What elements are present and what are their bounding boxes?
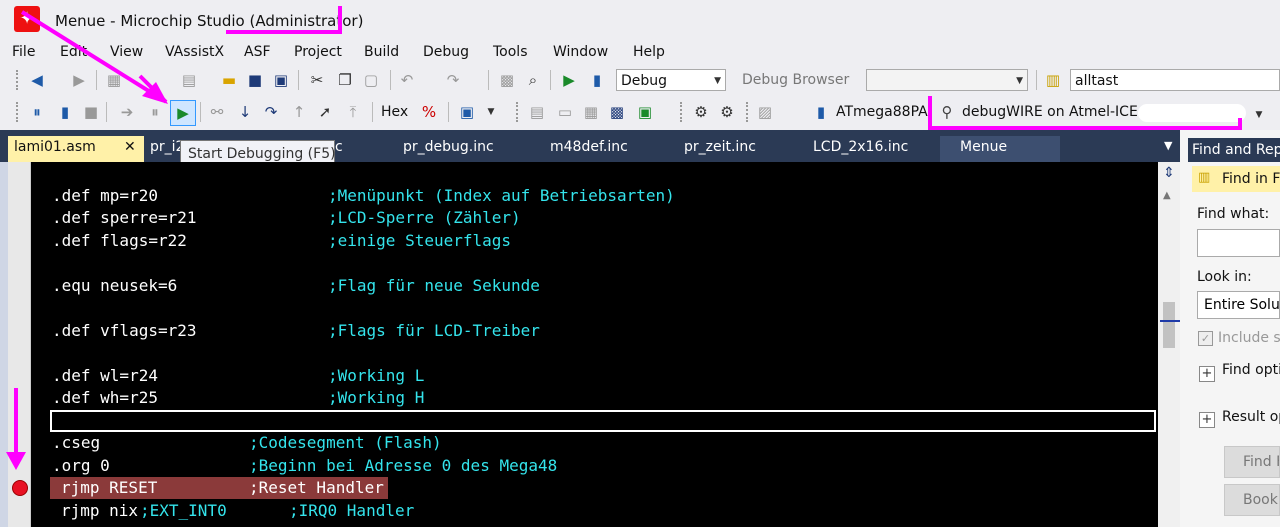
annotation-overlay: [6, 10, 1242, 470]
annotation-down-arrowhead: [6, 452, 26, 470]
annotation-bracket-debugger: [928, 96, 1242, 130]
annotation-arrow-line: [20, 10, 162, 100]
